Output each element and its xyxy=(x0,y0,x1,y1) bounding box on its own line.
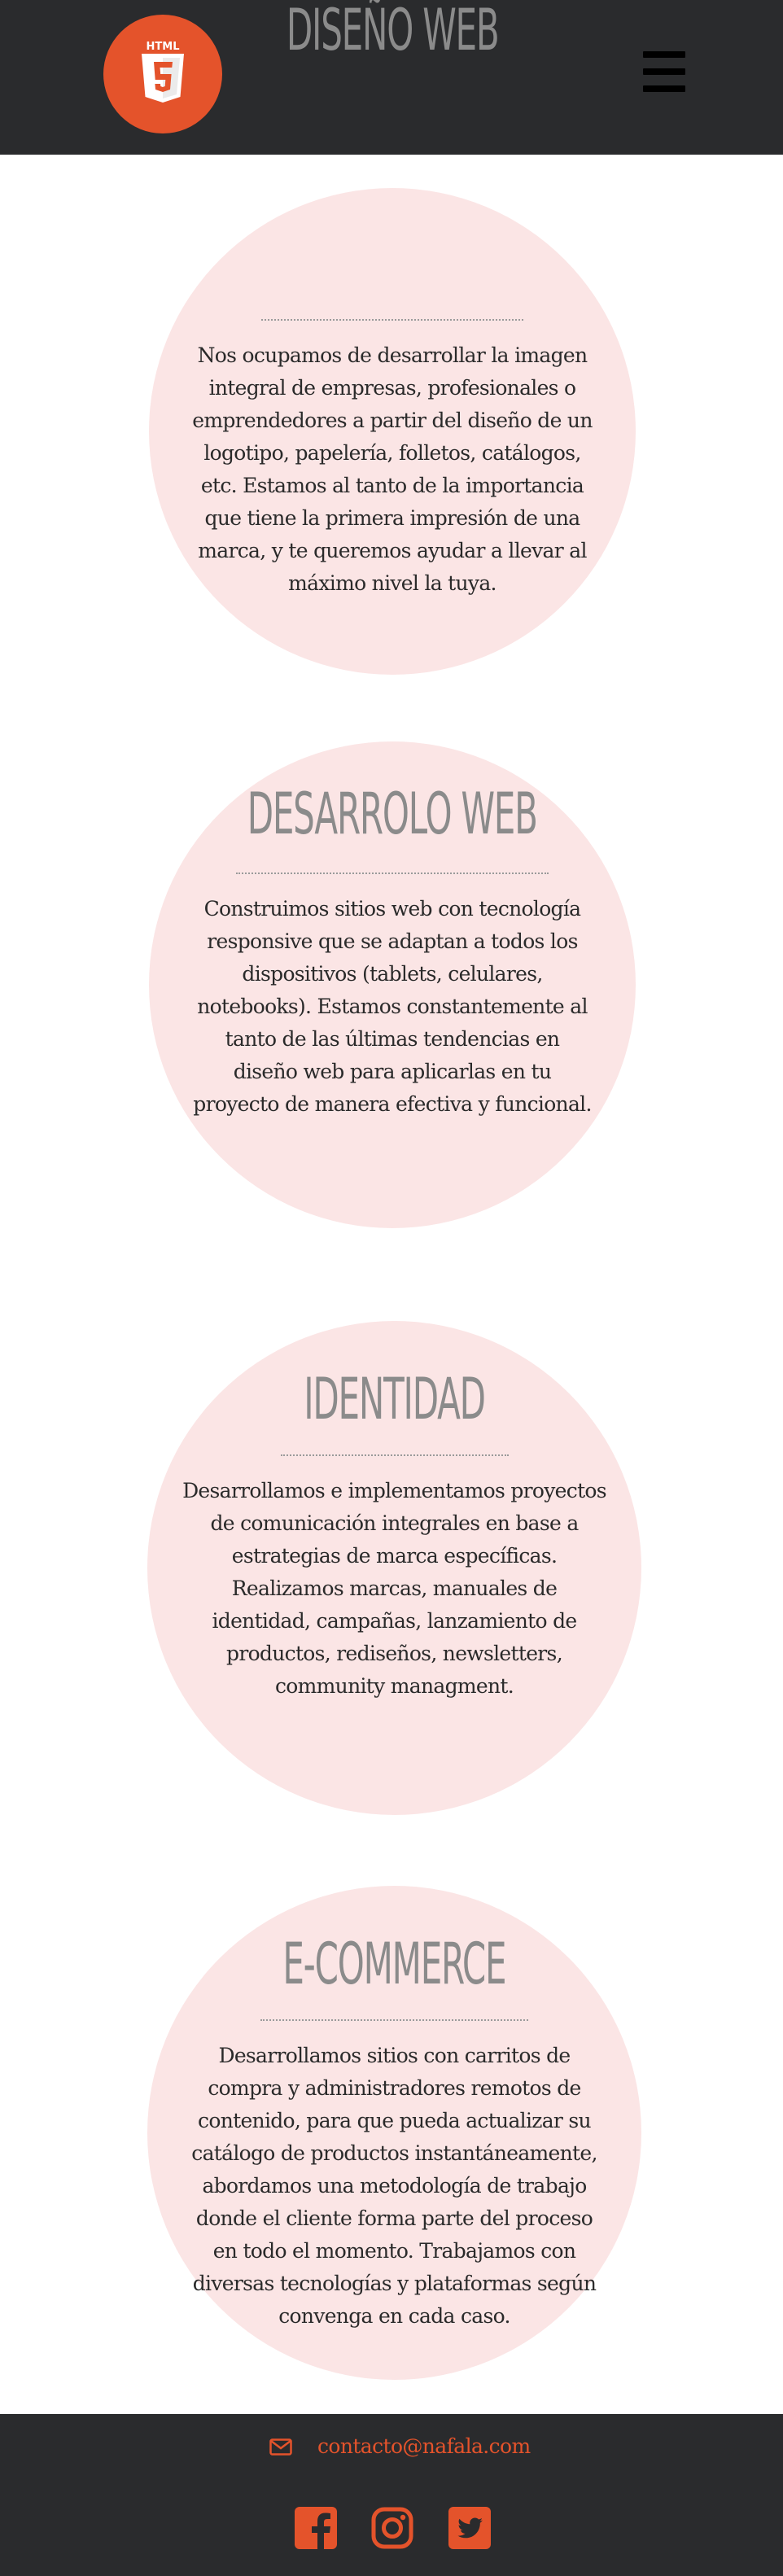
service-card-e-commerce: E-COMMERCE Desarrollamos sitios con carr… xyxy=(147,1886,641,2380)
facebook-icon[interactable] xyxy=(295,2507,337,2549)
contact-row: contacto@nafala.com xyxy=(0,2414,783,2471)
title-divider xyxy=(281,1454,509,1456)
envelope-icon xyxy=(269,2438,292,2456)
service-card-diseno-web: DISEÑO WEB Nos ocupamos de desarrollar l… xyxy=(149,0,636,675)
title-divider xyxy=(260,2019,528,2021)
menu-bar xyxy=(643,85,685,92)
title-divider xyxy=(261,319,523,321)
email-link[interactable]: contacto@nafala.com xyxy=(317,2430,531,2463)
title-divider xyxy=(236,873,549,874)
service-title: E-COMMERCE xyxy=(282,1931,506,1997)
service-title: DISEÑO WEB xyxy=(286,0,500,63)
hamburger-menu-icon[interactable] xyxy=(643,51,685,92)
service-text: Construimos sitios web con tecnología re… xyxy=(193,897,592,1116)
twitter-icon[interactable] xyxy=(448,2507,491,2549)
service-text: Nos ocupamos de desarrollar la imagen in… xyxy=(192,343,593,595)
service-title: DESARROLO WEB xyxy=(247,781,538,847)
instagram-icon[interactable] xyxy=(371,2507,413,2549)
service-text: Desarrollamos e implementamos proyectos … xyxy=(182,1479,607,1698)
service-card-desarrollo-web: DESARROLO WEB Construimos sitios web con… xyxy=(149,741,636,1228)
menu-bar xyxy=(643,51,685,58)
menu-bar xyxy=(643,68,685,75)
site-footer: contacto@nafala.com xyxy=(0,2414,783,2576)
service-text: Desarrollamos sitios con carritos de com… xyxy=(191,2044,597,2328)
service-title: IDENTIDAD xyxy=(304,1366,486,1432)
service-card-identidad: IDENTIDAD Desarrollamos e implementamos … xyxy=(147,1321,641,1815)
